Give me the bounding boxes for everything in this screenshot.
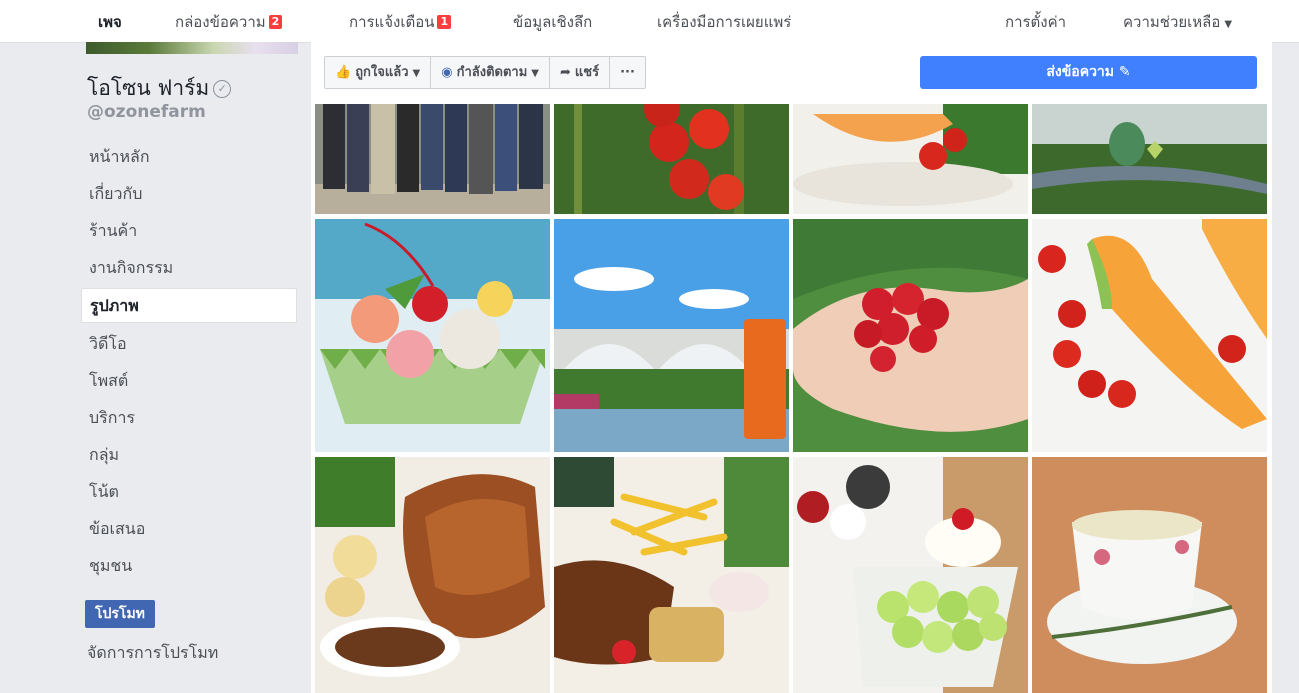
share-arrow-icon: ➦ (559, 65, 571, 80)
chevron-down-icon: ▼ (1224, 19, 1233, 30)
photo-group-of-people[interactable] (315, 104, 550, 214)
liked-label: ถูกใจแล้ว (355, 65, 409, 80)
share-label: แชร์ (574, 65, 600, 80)
photo-image (793, 104, 1028, 214)
photo-cantaloupe-slices-and-tomatoes[interactable] (1032, 219, 1267, 452)
page-title[interactable]: โอโซน ฟาร์ม ✓ (87, 72, 232, 105)
photo-melon-ball-dessert[interactable] (793, 457, 1028, 693)
thumbs-up-icon: 👍 (335, 65, 352, 80)
sidebar-item-notes[interactable]: โน้ต (81, 473, 297, 510)
page-sidebar: โอโซน ฟาร์ม ✓ @ozonefarm หน้าหลัก เกี่ยวก… (81, 42, 299, 693)
top-navigation-bar: เพจ กล่องข้อความ 2 การแจ้งเตือน 1 ข้อมูลเช… (0, 0, 1299, 43)
photo-garden-topiary[interactable] (1032, 104, 1267, 214)
share-button[interactable]: ➦ แชร์ (549, 56, 611, 89)
photo-image (793, 457, 1028, 693)
sidebar-item-videos[interactable]: วิดีโอ (81, 325, 297, 362)
following-label: กำลังติดตาม (456, 65, 528, 80)
tab-help-label: ความช่วยเหลือ (1123, 13, 1221, 31)
sidebar-item-photos[interactable]: รูปภาพ (81, 288, 297, 323)
main-content: 👍 ถูกใจแล้ว ▼ ◉ กำลังติดตาม ▼ ➦ แชร์ ··· ส่งข… (311, 42, 1272, 693)
photo-image (554, 219, 789, 452)
verified-check-icon: ✓ (213, 80, 232, 98)
tab-page[interactable]: เพจ (98, 10, 122, 34)
photo-grid (315, 104, 1268, 693)
photo-fruit-salad-in-melon[interactable] (315, 219, 550, 452)
chevron-down-icon: ▼ (531, 68, 539, 79)
rss-icon: ◉ (441, 65, 453, 80)
liked-button[interactable]: 👍 ถูกใจแล้ว ▼ (324, 56, 432, 89)
photo-tomatoes-on-vine[interactable] (554, 104, 789, 214)
photo-image (1032, 457, 1267, 693)
sidebar-item-home[interactable]: หน้าหลัก (81, 138, 297, 175)
sidebar-item-community[interactable]: ชุมชน (81, 547, 297, 584)
photo-strawberries-in-hands[interactable] (793, 219, 1028, 452)
tab-insights[interactable]: ข้อมูลเชิงลึก (513, 10, 592, 34)
send-message-button[interactable]: ส่งข้อความ ✎ (920, 56, 1257, 89)
page-action-bar: 👍 ถูกใจแล้ว ▼ ◉ กำลังติดตาม ▼ ➦ แชร์ ··· (324, 56, 646, 89)
photo-crispy-pork-and-potato-salad[interactable] (315, 457, 550, 693)
tab-publishing-tools[interactable]: เครื่องมือการเผยแพร่ (657, 10, 791, 34)
tab-help[interactable]: ความช่วยเหลือ ▼ (1123, 10, 1232, 34)
tab-notifications[interactable]: การแจ้งเตือน 1 (349, 10, 452, 34)
photo-melon-and-tomato-plate[interactable] (793, 104, 1028, 214)
tab-inbox-label: กล่องข้อความ (175, 13, 266, 31)
notifications-count-badge: 1 (437, 15, 452, 29)
page-handle[interactable]: @ozonefarm (87, 102, 206, 122)
sidebar-item-posts[interactable]: โพสต์ (81, 362, 297, 399)
photo-greenhouses-and-iced-tea[interactable] (554, 219, 789, 452)
profile-picture-thumbnail[interactable] (86, 42, 298, 54)
photo-image (315, 457, 550, 693)
sidebar-item-events[interactable]: งานกิจกรรม (81, 249, 297, 286)
sidebar-item-shop[interactable]: ร้านค้า (81, 212, 297, 249)
send-message-label: ส่งข้อความ (1046, 64, 1115, 80)
pencil-icon: ✎ (1118, 64, 1131, 80)
promote-button[interactable]: โปรโมท (85, 600, 155, 628)
following-button[interactable]: ◉ กำลังติดตาม ▼ (431, 56, 550, 89)
photo-image (315, 219, 550, 452)
more-options-button[interactable]: ··· (610, 56, 646, 89)
page-name-text: โอโซน ฟาร์ม (87, 76, 210, 100)
photo-image (554, 457, 789, 693)
photo-tea-cup-with-rosemary[interactable] (1032, 457, 1267, 693)
sidebar-item-offers[interactable]: ข้อเสนอ (81, 510, 297, 547)
sidebar-item-services[interactable]: บริการ (81, 399, 297, 436)
photo-image (1032, 219, 1267, 452)
sidebar-nav: หน้าหลัก เกี่ยวกับ ร้านค้า งานกิจกรรม รู… (81, 138, 297, 584)
sidebar-item-groups[interactable]: กลุ่ม (81, 436, 297, 473)
tab-inbox[interactable]: กล่องข้อความ 2 (175, 10, 283, 34)
tab-settings[interactable]: การตั้งค่า (1005, 10, 1066, 34)
chevron-down-icon: ▼ (412, 68, 421, 79)
inbox-count-badge: 2 (268, 15, 283, 29)
photo-image (1032, 104, 1267, 214)
manage-promotions-link[interactable]: จัดการการโปรโมท (87, 641, 218, 666)
photo-image (554, 104, 789, 214)
tab-notifications-label: การแจ้งเตือน (349, 13, 435, 31)
photo-steak-and-fries[interactable] (554, 457, 789, 693)
sidebar-item-about[interactable]: เกี่ยวกับ (81, 175, 297, 212)
photo-image (315, 104, 550, 214)
photo-image (793, 219, 1028, 452)
